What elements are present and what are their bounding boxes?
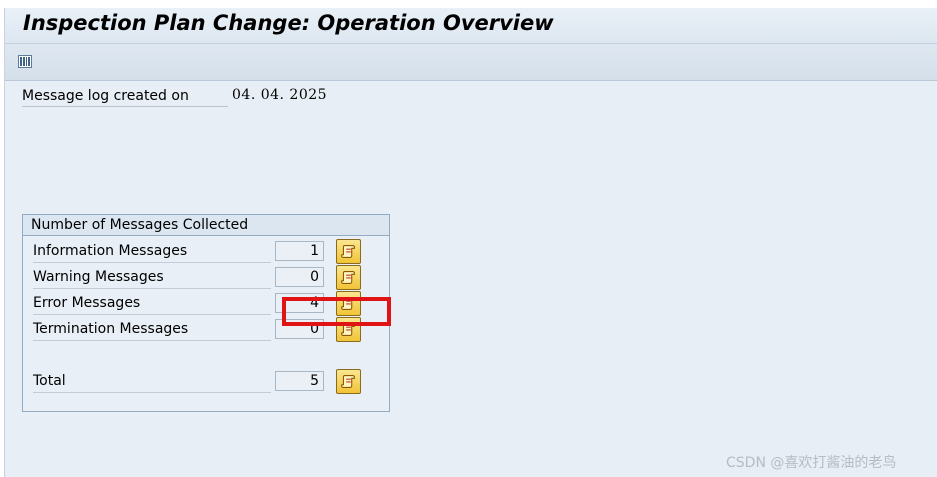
log-created-date: 04. 04. 2025 [232, 87, 328, 103]
warning-messages-count: 0 [275, 267, 324, 287]
page-title: Inspection Plan Change: Operation Overvi… [23, 11, 554, 35]
error-messages-label: Error Messages [33, 292, 271, 315]
total-messages-display-button[interactable] [336, 369, 361, 394]
scroll-icon [341, 374, 356, 389]
error-messages-count: 4 [275, 293, 324, 313]
column-layout-button[interactable] [16, 52, 34, 70]
termination-messages-display-button[interactable] [336, 317, 361, 342]
group-title: Number of Messages Collected [23, 215, 389, 236]
log-created-label: Message log created on [22, 88, 228, 107]
scroll-icon [341, 270, 356, 285]
termination-messages-count: 0 [275, 319, 324, 339]
termination-messages-label: Termination Messages [33, 318, 271, 341]
error-messages-display-button[interactable] [336, 291, 361, 316]
title-bar: Inspection Plan Change: Operation Overvi… [5, 8, 937, 44]
messages-collected-group: Number of Messages Collected Information… [22, 214, 390, 412]
warning-messages-row: Warning Messages 0 [23, 265, 389, 290]
information-messages-count: 1 [275, 241, 324, 261]
error-messages-row: Error Messages 4 [23, 291, 389, 316]
scroll-icon [341, 296, 356, 311]
application-toolbar [5, 44, 937, 81]
total-messages-row: Total 5 [23, 369, 389, 394]
watermark: CSDN @喜欢打酱油的老鸟 [726, 455, 897, 471]
information-messages-row: Information Messages 1 [23, 239, 389, 264]
scroll-icon [341, 322, 356, 337]
information-messages-display-button[interactable] [336, 239, 361, 264]
total-messages-count: 5 [275, 371, 324, 391]
scroll-icon [341, 244, 356, 259]
information-messages-label: Information Messages [33, 240, 271, 263]
total-messages-label: Total [33, 370, 271, 393]
columns-icon [18, 54, 32, 68]
warning-messages-label: Warning Messages [33, 266, 271, 289]
termination-messages-row: Termination Messages 0 [23, 317, 389, 342]
warning-messages-display-button[interactable] [336, 265, 361, 290]
